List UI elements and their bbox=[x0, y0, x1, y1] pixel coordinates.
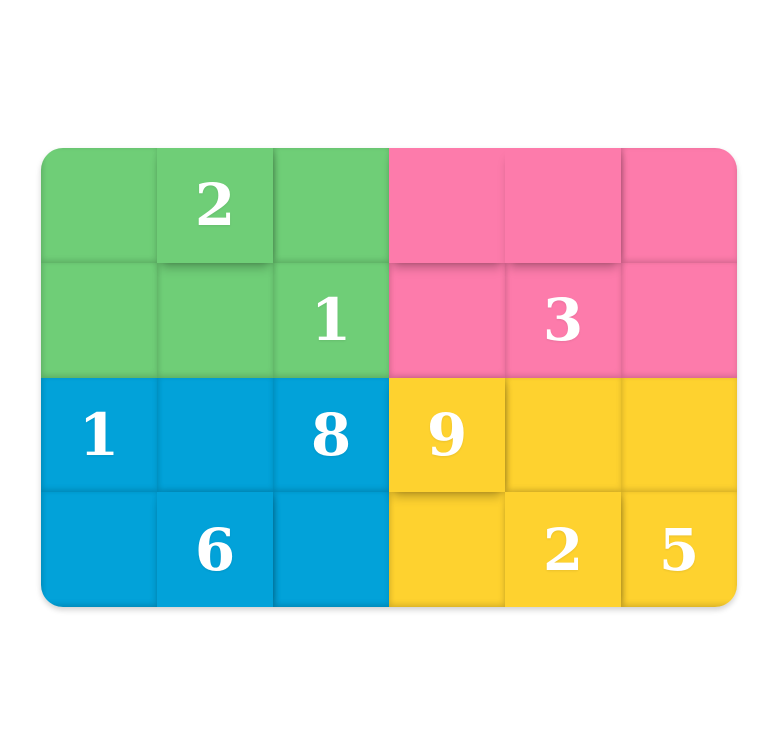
cell-r1-c3[interactable] bbox=[273, 148, 389, 263]
cell-r4-c2[interactable]: 6 bbox=[157, 492, 273, 607]
cell-value: 3 bbox=[542, 286, 584, 355]
cell-r4-c5[interactable]: 2 bbox=[505, 492, 621, 607]
cell-r1-c2[interactable]: 2 bbox=[157, 148, 273, 263]
cell-r2-c3[interactable]: 1 bbox=[273, 262, 389, 378]
cell-r3-c6[interactable] bbox=[621, 377, 737, 493]
cell-r3-c5[interactable] bbox=[505, 377, 621, 493]
cell-value: 2 bbox=[542, 515, 584, 584]
cell-value: 2 bbox=[194, 171, 236, 240]
cell-value: 1 bbox=[310, 286, 352, 355]
cell-r3-c4[interactable]: 9 bbox=[389, 377, 505, 493]
cell-r2-c6[interactable] bbox=[621, 262, 737, 378]
cell-r4-c4[interactable] bbox=[389, 492, 505, 607]
cell-value: 6 bbox=[194, 515, 236, 584]
cell-r4-c1[interactable] bbox=[41, 492, 157, 607]
cell-value: 8 bbox=[310, 400, 352, 469]
cell-r4-c3[interactable] bbox=[273, 492, 389, 607]
cell-r1-c5[interactable] bbox=[505, 148, 621, 263]
puzzle-board: 2 1 3 1 8 9 6 2 5 bbox=[41, 148, 737, 607]
cell-r3-c2[interactable] bbox=[157, 377, 273, 493]
cell-r2-c5[interactable]: 3 bbox=[505, 262, 621, 378]
cell-r1-c4[interactable] bbox=[389, 148, 505, 263]
cell-r2-c4[interactable] bbox=[389, 262, 505, 378]
cell-r1-c1[interactable] bbox=[41, 148, 157, 263]
cell-r2-c2[interactable] bbox=[157, 262, 273, 378]
cell-r2-c1[interactable] bbox=[41, 262, 157, 378]
cell-r1-c6[interactable] bbox=[621, 148, 737, 263]
cell-r3-c3[interactable]: 8 bbox=[273, 377, 389, 493]
cell-value: 1 bbox=[78, 400, 120, 469]
cell-r4-c6[interactable]: 5 bbox=[621, 492, 737, 607]
cell-value: 9 bbox=[426, 400, 468, 469]
cell-r3-c1[interactable]: 1 bbox=[41, 377, 157, 493]
cell-value: 5 bbox=[658, 515, 700, 584]
